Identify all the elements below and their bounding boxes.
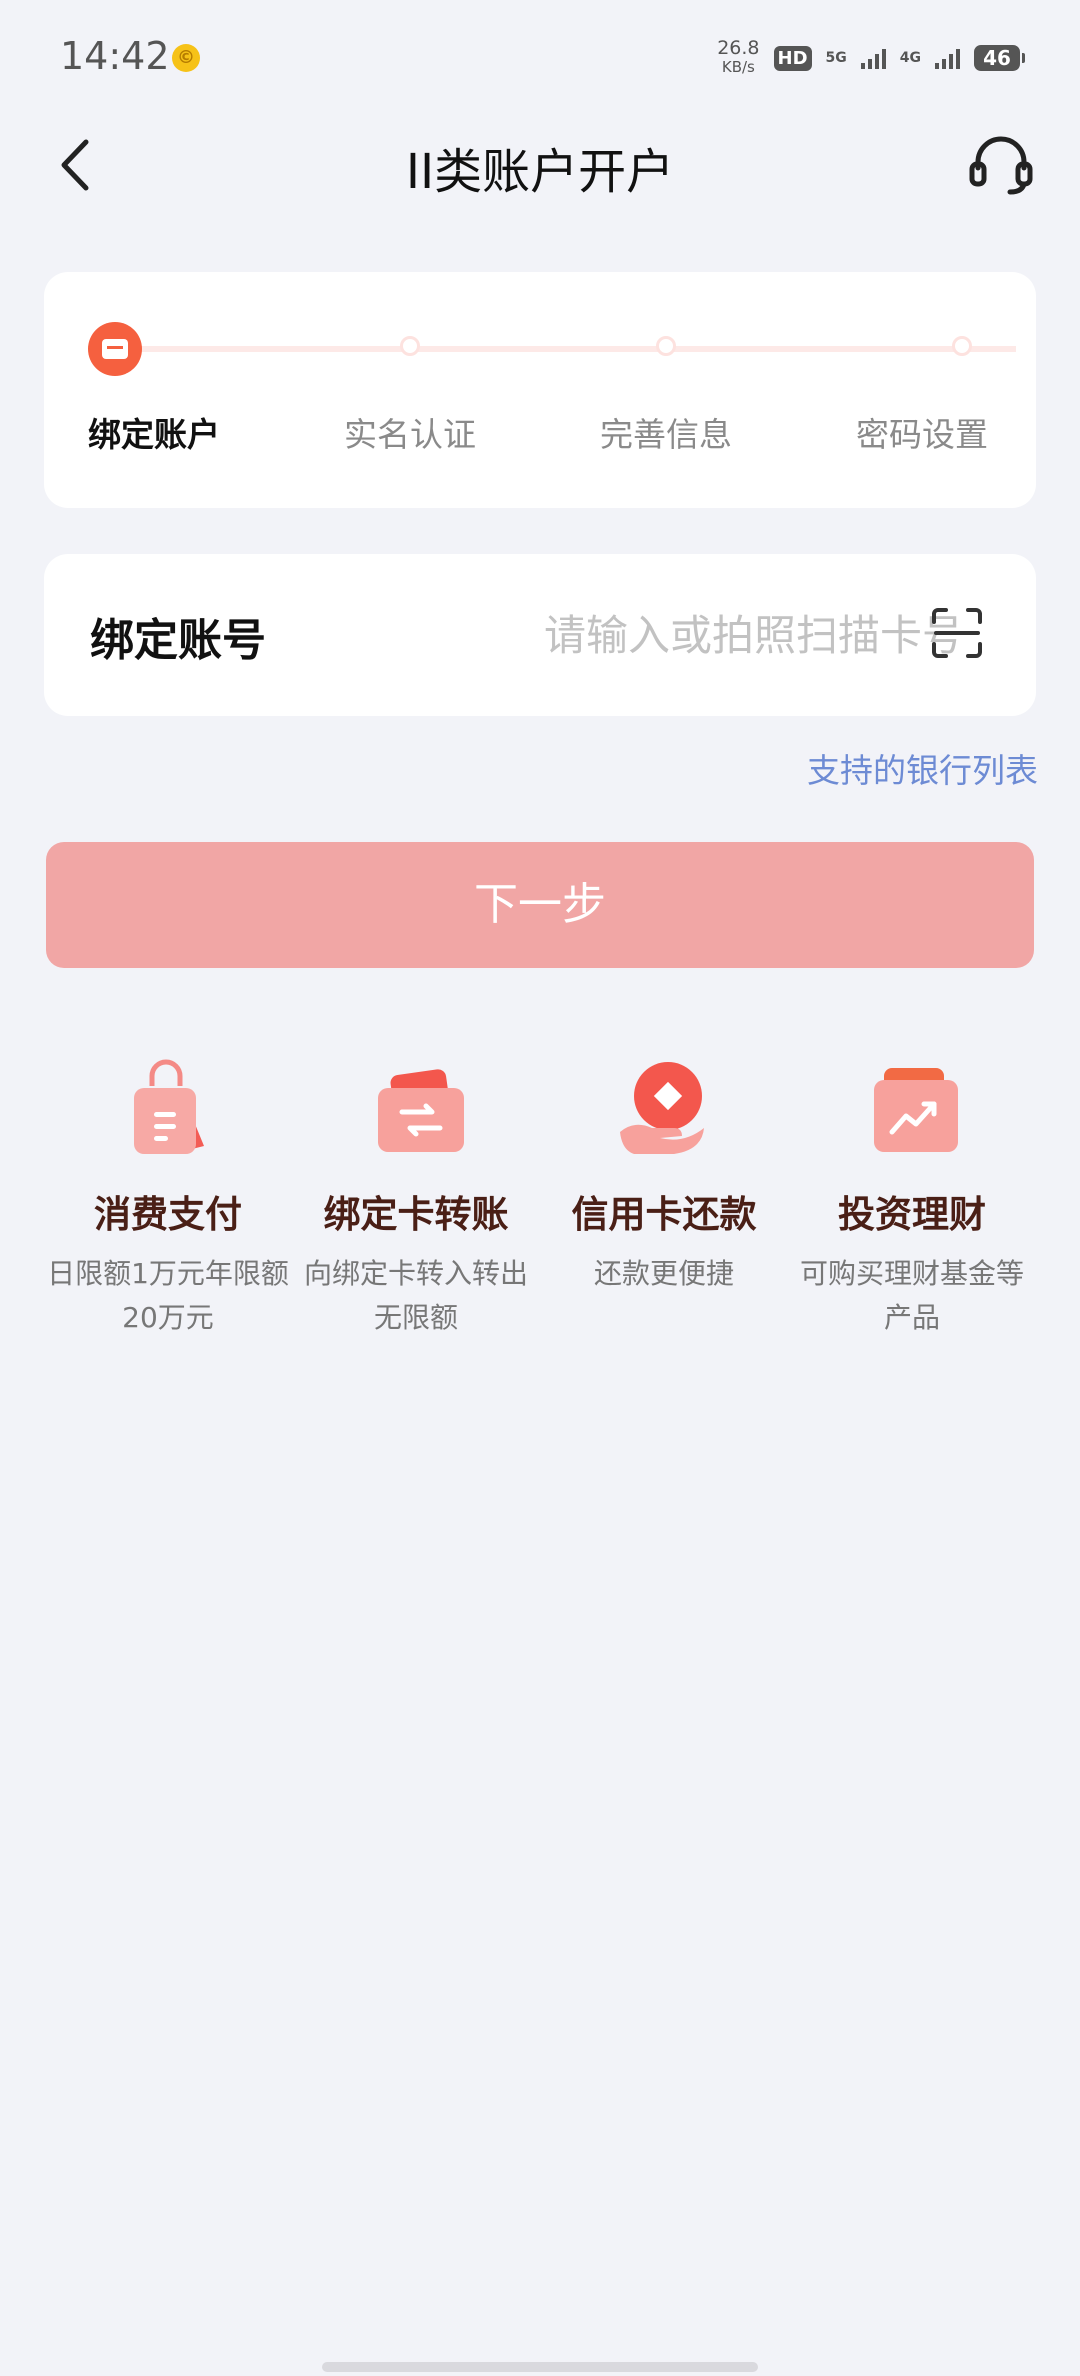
feature-consumption-payment: 消费支付 日限额1万元年限额20万元 <box>44 1050 292 1340</box>
battery-icon: 46 <box>974 45 1025 71</box>
card-transfer-icon <box>378 1069 464 1152</box>
trend-chart-icon <box>874 1068 958 1152</box>
feature-desc: 日限额1万元年限额20万元 <box>47 1257 289 1334</box>
network-speed-unit: KB/s <box>721 58 755 76</box>
signal-5g: 5G <box>826 51 847 65</box>
signal-4g: 4G <box>900 51 921 65</box>
signal-bars-icon <box>860 47 886 69</box>
scan-card-icon[interactable] <box>930 606 984 660</box>
coin-notification-icon: © <box>172 44 200 72</box>
account-opening-page: 14:42 © 26.8 KB/s HD 5G 4G 46 II类账户开户 绑定… <box>0 0 1080 2376</box>
progress-steps-card: 绑定账户 实名认证 完善信息 密码设置 <box>44 272 1036 508</box>
hand-diamond-icon <box>620 1062 704 1154</box>
feature-title: 绑定卡转账 <box>323 1193 509 1236</box>
signal-4g-label: 4G <box>899 50 921 66</box>
feature-desc: 可购买理财基金等产品 <box>799 1257 1024 1334</box>
customer-service-headset-icon[interactable] <box>966 130 1036 200</box>
signal-bars-icon <box>935 47 960 69</box>
status-bar: 14:42 © 26.8 KB/s HD 5G 4G 46 <box>0 0 1080 110</box>
feature-title: 消费支付 <box>94 1193 242 1236</box>
feature-credit-card-repayment: 信用卡还款 还款更便捷 <box>540 1050 788 1296</box>
home-indicator-bar[interactable] <box>322 2362 758 2372</box>
step-1-active-indicator <box>88 322 142 376</box>
feature-title: 信用卡还款 <box>571 1193 757 1236</box>
feature-desc: 向绑定卡转入转出无限额 <box>303 1257 528 1334</box>
feature-card-transfer: 绑定卡转账 向绑定卡转入转出无限额 <box>292 1050 540 1340</box>
feature-desc: 还款更便捷 <box>593 1257 734 1290</box>
bind-account-label: 绑定账号 <box>90 615 266 666</box>
step-label-complete-info: 完善信息 <box>600 415 732 454</box>
card-number-input[interactable] <box>464 598 966 672</box>
step-label-real-name: 实名认证 <box>344 415 476 454</box>
shopping-bag-icon <box>134 1059 204 1154</box>
step-progress-line <box>116 346 1016 352</box>
bank-card-icon <box>102 339 128 359</box>
step-label-bind-account: 绑定账户 <box>88 415 220 454</box>
step-label-password: 密码设置 <box>856 415 988 454</box>
next-step-button[interactable]: 下一步 <box>46 842 1034 968</box>
signal-5g-label: 5G <box>825 50 847 66</box>
step-4-dot <box>952 336 972 356</box>
status-indicators: 26.8 KB/s HD 5G 4G 46 <box>717 38 1025 78</box>
supported-banks-link[interactable]: 支持的银行列表 <box>807 744 1038 792</box>
network-speed: 26.8 KB/s <box>717 39 759 77</box>
step-2-dot <box>400 336 420 356</box>
status-time: 14:42 <box>60 34 170 78</box>
page-title: II类账户开户 <box>405 144 675 200</box>
hd-voice-icon: HD <box>773 45 812 71</box>
top-nav-bar: II类账户开户 <box>0 110 1080 220</box>
feature-investment: 投资理财 可购买理财基金等产品 <box>788 1050 1036 1340</box>
bind-account-card: 绑定账号 <box>44 554 1036 716</box>
feature-title: 投资理财 <box>838 1193 986 1236</box>
network-speed-value: 26.8 <box>717 37 760 59</box>
step-3-dot <box>656 336 676 356</box>
